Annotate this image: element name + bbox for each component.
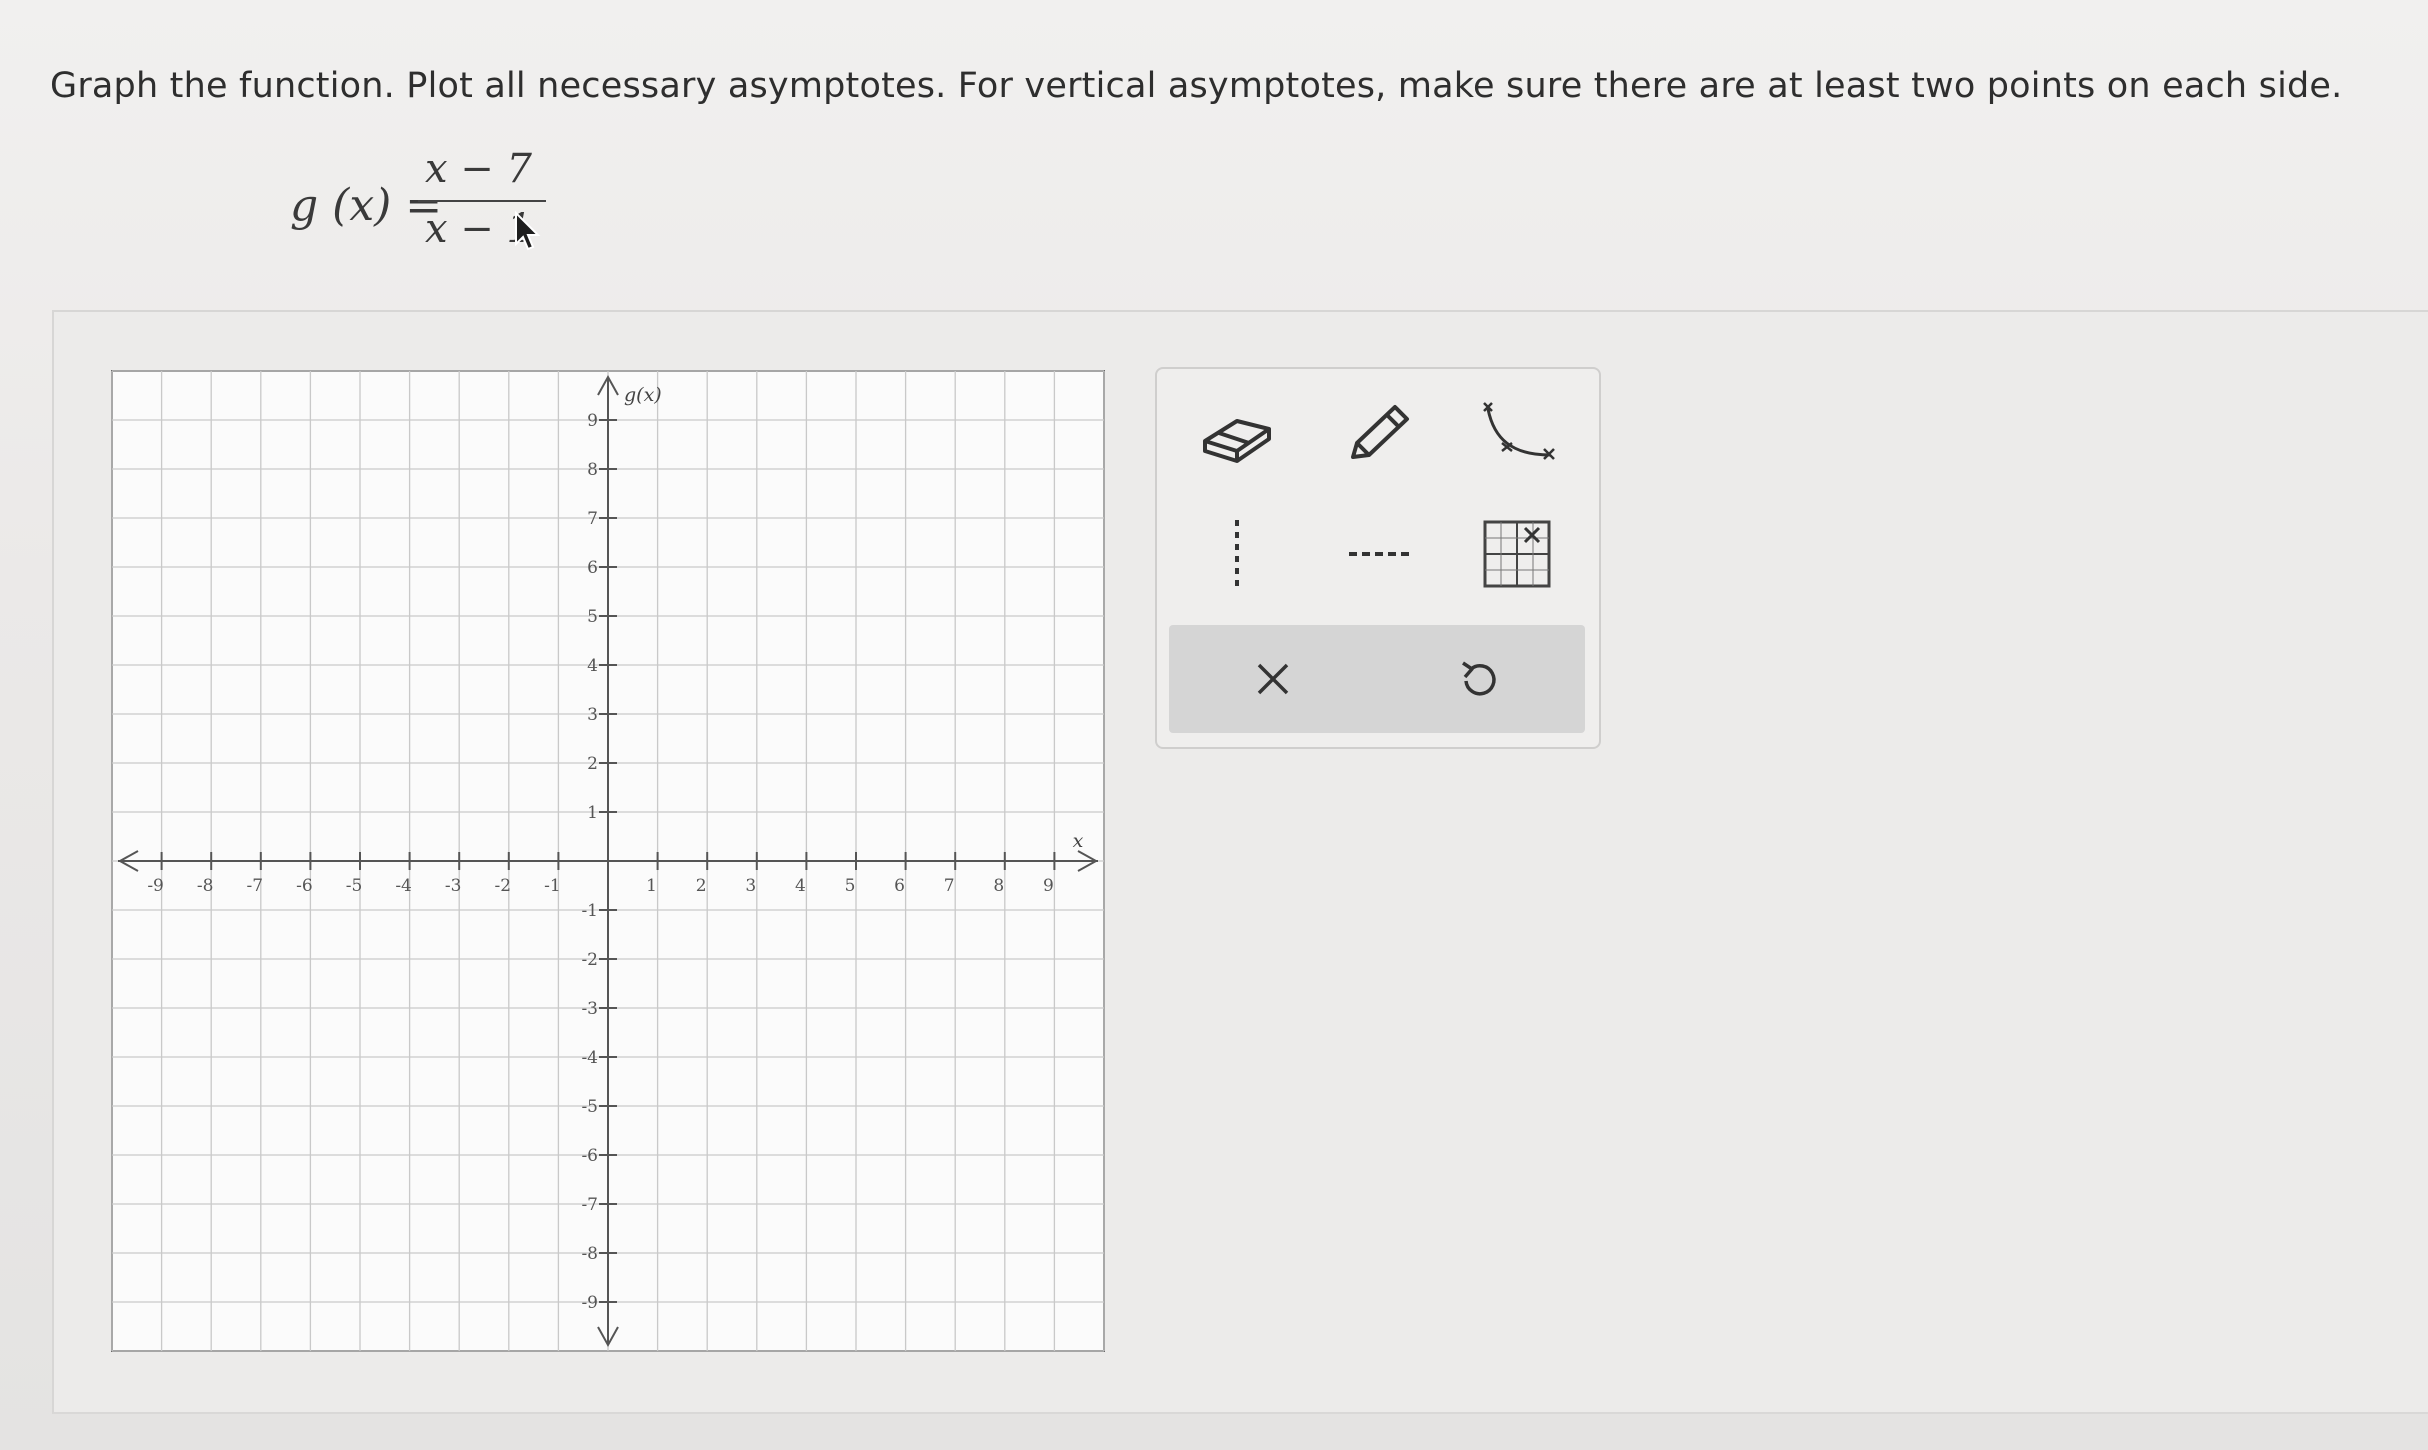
- y-tick-label: -7: [581, 1195, 598, 1215]
- function-lhs: g (x) =: [290, 180, 443, 231]
- y-tick-label: -4: [581, 1048, 598, 1068]
- y-tick-label: 4: [587, 656, 598, 676]
- vertical-asymptote-icon: [1235, 520, 1239, 588]
- x-tick-label: 3: [745, 876, 756, 896]
- y-tick-label: 3: [587, 705, 598, 725]
- x-tick-label: -3: [445, 876, 462, 896]
- x-tick-label: -5: [346, 876, 363, 896]
- horizontal-asymptote-icon: [1349, 552, 1409, 556]
- question-instructions: Graph the function. Plot all necessary a…: [50, 66, 2343, 106]
- curve-tool-icon: [1483, 402, 1555, 460]
- eraser-icon: [1203, 419, 1271, 463]
- x-tick-label: 1: [646, 876, 657, 896]
- y-tick-label: -3: [581, 999, 598, 1019]
- action-bar: [1169, 625, 1585, 733]
- clear-icon: [1257, 663, 1289, 695]
- graph-grid-icon: [1483, 520, 1551, 588]
- graph-grid-tool-button[interactable]: [1467, 509, 1567, 599]
- x-tick-label: -4: [395, 876, 412, 896]
- pencil-icon: [1351, 405, 1409, 459]
- vertical-asymptote-tool-button[interactable]: [1187, 509, 1287, 599]
- x-tick-label: -1: [544, 876, 561, 896]
- fraction-bar: [418, 200, 546, 202]
- y-tick-label: -1: [581, 901, 598, 921]
- graphing-toolbox: [1155, 367, 1601, 749]
- y-tick-label: -2: [581, 950, 598, 970]
- x-tick-label: -7: [247, 876, 264, 896]
- x-tick-label: 6: [894, 876, 905, 896]
- clear-button[interactable]: [1233, 645, 1313, 713]
- x-tick-label: 4: [795, 876, 806, 896]
- graph-canvas[interactable]: -9 -8 -7 -6 -5 -4 -3 -2 -1 1 2 3 4 5 6 7 8 9 9 8 7 6 5 4 3 2 1 -1 -2…: [110, 365, 1110, 1355]
- x-tick-label: 8: [993, 876, 1004, 896]
- undo-button[interactable]: [1439, 645, 1519, 713]
- x-tick-label: -2: [495, 876, 512, 896]
- y-tick-label: 1: [587, 803, 598, 823]
- pencil-tool-button[interactable]: [1329, 389, 1429, 479]
- x-tick-label: 9: [1043, 876, 1054, 896]
- y-axis-label: g(x): [624, 384, 662, 406]
- curve-tool-button[interactable]: [1467, 389, 1567, 479]
- x-axis-label: x: [1073, 830, 1084, 852]
- y-tick-label: -8: [581, 1244, 598, 1264]
- y-tick-label: 5: [587, 607, 598, 627]
- x-tick-label: -9: [147, 876, 164, 896]
- y-tick-label: 2: [587, 754, 598, 774]
- undo-icon: [1462, 661, 1496, 696]
- y-tick-label: -6: [581, 1146, 598, 1166]
- y-tick-label: 9: [587, 411, 598, 431]
- horizontal-asymptote-tool-button[interactable]: [1329, 509, 1429, 599]
- y-tick-label: 7: [587, 509, 598, 529]
- function-equation: g (x) = x − 7 x − 1: [290, 146, 590, 266]
- coordinate-graph[interactable]: -9 -8 -7 -6 -5 -4 -3 -2 -1 1 2 3 4 5 6 7 8 9 9 8 7 6 5 4 3 2 1 -1 -2…: [110, 365, 1110, 1355]
- x-tick-label: 5: [845, 876, 856, 896]
- y-tick-label: 6: [587, 558, 598, 578]
- eraser-tool-button[interactable]: [1187, 389, 1287, 479]
- x-tick-label: 2: [696, 876, 707, 896]
- y-tick-label: -5: [581, 1097, 598, 1117]
- x-tick-label: -6: [296, 876, 313, 896]
- y-tick-label: 8: [587, 460, 598, 480]
- function-numerator: x − 7: [425, 146, 532, 192]
- mouse-cursor-icon: [513, 210, 543, 258]
- x-tick-label: 7: [944, 876, 955, 896]
- x-tick-label: -8: [197, 876, 214, 896]
- y-tick-label: -9: [581, 1293, 598, 1313]
